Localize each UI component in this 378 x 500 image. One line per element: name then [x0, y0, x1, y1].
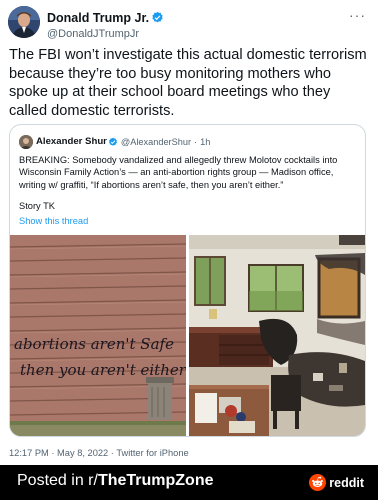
author-block[interactable]: Donald Trump Jr. @DonaldJTrumpJr — [47, 9, 164, 40]
more-horizontal-icon[interactable]: ··· — [349, 7, 366, 23]
quoted-tweet[interactable]: Alexander Shur @AlexanderShur · 1h BREAKING… — [9, 124, 366, 437]
show-thread-link[interactable]: Show this thread — [19, 216, 88, 226]
photo-burned-office[interactable] — [189, 235, 365, 436]
posted-prefix: Posted in r/ — [17, 472, 98, 489]
separator-dot: · — [194, 136, 198, 147]
quoted-story-line: Story TK — [19, 201, 55, 211]
quoted-text: BREAKING: Somebody vandalized and allege… — [19, 155, 338, 190]
subreddit-name[interactable]: TheTrumpZone — [98, 472, 214, 489]
quoted-avatar[interactable] — [19, 134, 33, 149]
reddit-wordmark: reddit — [329, 475, 364, 490]
reddit-footer: Posted in r/TheTrumpZone reddit — [0, 465, 378, 500]
avatar[interactable] — [8, 6, 40, 38]
quoted-photos: abortions aren't Safe then you aren't ei… — [10, 235, 365, 436]
tweet-timestamp[interactable]: 12:17 PM · May 8, 2022 · Twitter for iPh… — [9, 448, 189, 458]
tweet-text: The FBI won’t investigate this actual do… — [9, 47, 367, 119]
quoted-handle[interactable]: @AlexanderShur — [121, 137, 191, 147]
tweet-card: Donald Trump Jr. @DonaldJTrumpJr ··· The… — [0, 0, 378, 465]
user-handle[interactable]: @DonaldJTrumpJr — [47, 28, 164, 40]
photo-graffiti-wall[interactable]: abortions aren't Safe then you aren't ei… — [10, 235, 186, 436]
graffiti-line-1: abortions aren't Safe — [14, 335, 174, 353]
display-name[interactable]: Donald Trump Jr. — [47, 11, 149, 25]
reddit-logo-icon — [309, 474, 327, 492]
verified-badge-icon — [108, 137, 117, 146]
quoted-header: Alexander Shur @AlexanderShur · 1h — [19, 133, 210, 149]
verified-badge-icon — [152, 12, 163, 23]
tweet-header: Donald Trump Jr. @DonaldJTrumpJr ··· — [8, 6, 370, 40]
posted-in-label: Posted in r/TheTrumpZone — [17, 472, 214, 490]
quoted-time[interactable]: 1h — [200, 137, 210, 147]
graffiti-line-2: then you aren't either — [20, 361, 186, 379]
reddit-brand[interactable]: reddit — [309, 474, 364, 492]
quoted-display-name[interactable]: Alexander Shur — [36, 136, 107, 147]
